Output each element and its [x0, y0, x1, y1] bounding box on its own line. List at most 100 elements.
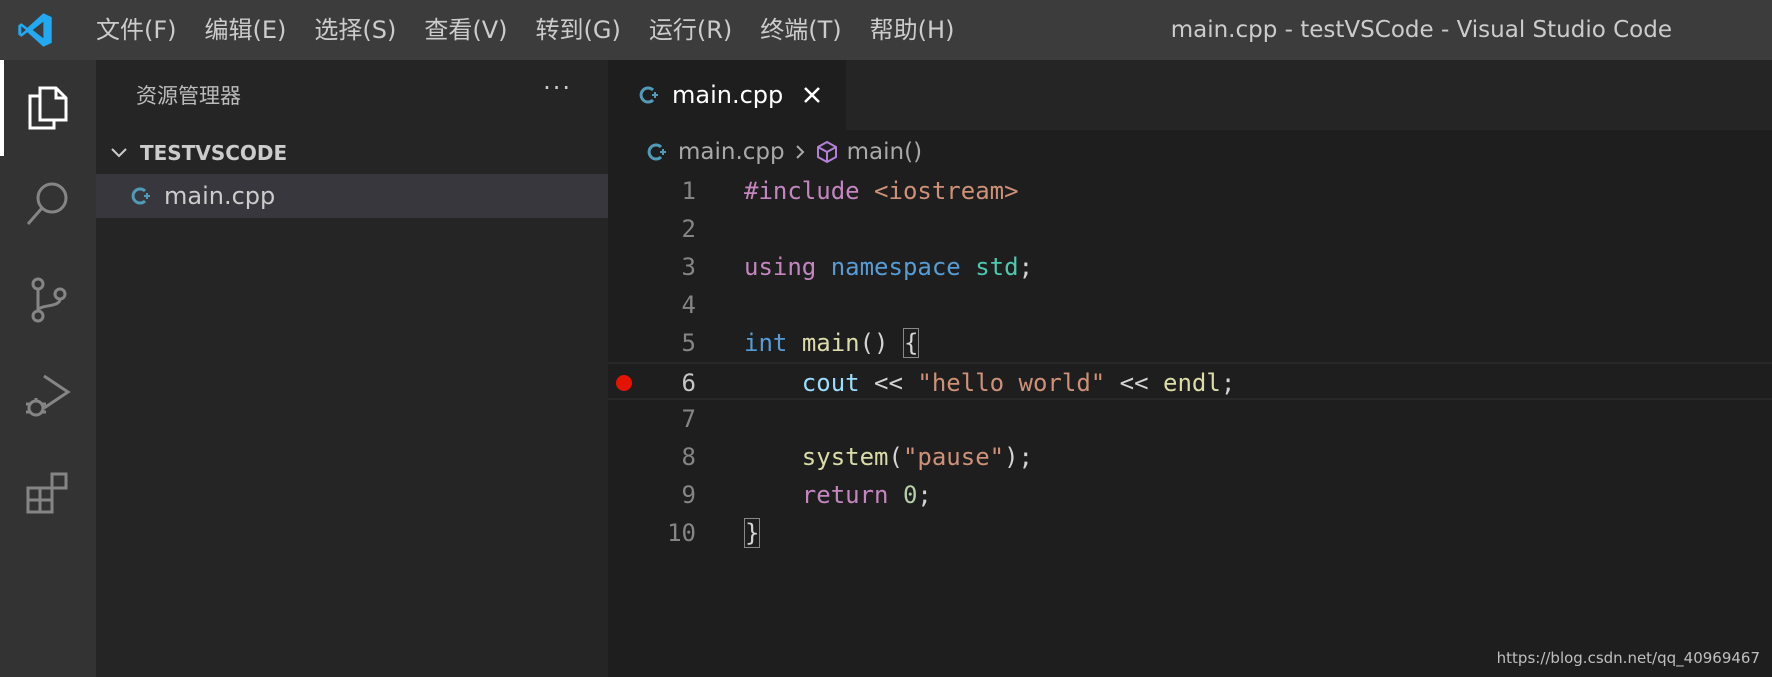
activity-search[interactable] [0, 156, 96, 252]
folder-section-header[interactable]: TESTVSCODE [96, 136, 608, 170]
line-number: 3 [681, 253, 696, 281]
line-number: 2 [681, 215, 696, 243]
code-editor[interactable]: 1 #include <iostream> 2 3 using namespac… [608, 172, 1772, 552]
breadcrumb-file[interactable]: main.cpp [678, 139, 785, 165]
code-line-3[interactable]: 3 using namespace std; [608, 248, 1772, 286]
file-item-main-cpp[interactable]: main.cpp [96, 174, 608, 218]
token: ; [1018, 253, 1034, 281]
cpp-file-icon [131, 187, 150, 205]
code-line-5[interactable]: 5 int main() { [608, 324, 1772, 362]
line-number: 4 [681, 291, 696, 319]
token: #include [744, 177, 860, 205]
token: ; [917, 481, 932, 509]
code-line-6[interactable]: 6 cout << "hello world" << endl; [608, 362, 1772, 400]
breadcrumb-symbol[interactable]: main() [847, 139, 922, 165]
menu-help[interactable]: 帮助(H) [856, 0, 969, 60]
code-line-7[interactable]: 7 [608, 400, 1772, 438]
token: endl [1163, 369, 1221, 397]
cpp-file-icon [647, 143, 666, 161]
line-number: 8 [681, 443, 696, 471]
line-number: 10 [667, 519, 696, 547]
token: std [975, 253, 1019, 281]
line-number: 1 [681, 177, 696, 205]
explorer-sidebar: 资源管理器 ··· TESTVSCODE main.cpp [96, 60, 608, 677]
code-text: #include <iostream> [744, 172, 1019, 210]
token: using [744, 253, 817, 281]
tab-bar: main.cpp [608, 60, 1772, 130]
sidebar-title: 资源管理器 [136, 84, 241, 108]
activity-bar [0, 60, 96, 677]
files-icon [28, 86, 68, 130]
code-line-8[interactable]: 8 system("pause"); [608, 438, 1772, 476]
code-line-1[interactable]: 1 #include <iostream> [608, 172, 1772, 210]
watermark: https://blog.csdn.net/qq_40969467 [1496, 649, 1760, 667]
line-number: 7 [681, 405, 696, 433]
token: << [1105, 369, 1164, 397]
token: ( [888, 443, 903, 471]
menu-edit[interactable]: 编辑(E) [191, 0, 301, 60]
chevron-right-icon [795, 145, 805, 159]
cpp-file-icon [639, 86, 658, 104]
menu-bar: 文件(F) 编辑(E) 选择(S) 查看(V) 转到(G) 运行(R) 终端(T… [82, 0, 968, 60]
close-icon[interactable] [798, 81, 826, 109]
matched-brace: } [744, 518, 761, 548]
menu-go[interactable]: 转到(G) [522, 0, 635, 60]
code-line-2[interactable]: 2 [608, 210, 1772, 248]
menu-file[interactable]: 文件(F) [82, 0, 191, 60]
code-text: cout << "hello world" << endl; [744, 364, 1235, 402]
token: cout [801, 369, 860, 397]
menu-terminal[interactable]: 终端(T) [746, 0, 855, 60]
code-text: system("pause"); [744, 438, 1033, 476]
line-number: 6 [681, 369, 696, 397]
token: return [801, 481, 889, 509]
search-icon [26, 182, 68, 225]
token: main [801, 329, 860, 357]
run-debug-icon [26, 374, 71, 417]
activity-run-debug[interactable] [0, 348, 96, 444]
more-actions-button[interactable]: ··· [543, 74, 572, 102]
menu-run[interactable]: 运行(R) [635, 0, 746, 60]
breadcrumb: main.cpp main() [646, 134, 922, 170]
token: ; [1220, 369, 1236, 397]
tab-label: main.cpp [672, 81, 784, 109]
method-cube-icon [816, 140, 837, 164]
file-name: main.cpp [164, 182, 276, 210]
activity-explorer[interactable] [0, 60, 96, 156]
code-line-4[interactable]: 4 [608, 286, 1772, 324]
matched-brace: { [902, 328, 920, 358]
activity-extensions[interactable] [0, 444, 96, 540]
vscode-logo-icon[interactable] [16, 11, 54, 49]
token: "hello world" [917, 369, 1106, 397]
token: ); [1004, 443, 1034, 471]
token: () [859, 329, 903, 357]
code-line-10[interactable]: 10 } [608, 514, 1772, 552]
chevron-down-icon [111, 148, 127, 158]
token: system [801, 443, 889, 471]
menu-view[interactable]: 查看(V) [410, 0, 521, 60]
code-text: } [744, 514, 761, 552]
activity-source-control[interactable] [0, 252, 96, 348]
token: "pause" [902, 443, 1005, 471]
token: namespace [830, 253, 961, 281]
tab-main-cpp[interactable]: main.cpp [608, 60, 846, 130]
token: << [859, 369, 918, 397]
line-number: 9 [681, 481, 696, 509]
title-bar: 文件(F) 编辑(E) 选择(S) 查看(V) 转到(G) 运行(R) 终端(T… [0, 0, 1772, 60]
code-text: return 0; [744, 476, 932, 514]
code-line-9[interactable]: 9 return 0; [608, 476, 1772, 514]
extensions-icon [26, 472, 68, 514]
source-control-icon [31, 277, 67, 323]
menu-selection[interactable]: 选择(S) [300, 0, 410, 60]
token: <iostream> [874, 177, 1019, 205]
line-number: 5 [681, 329, 696, 357]
folder-name: TESTVSCODE [140, 141, 288, 165]
code-text: using namespace std; [744, 248, 1033, 286]
token: int [744, 329, 788, 357]
code-text: int main() { [744, 324, 920, 362]
window-title: main.cpp - testVSCode - Visual Studio Co… [1170, 17, 1672, 43]
